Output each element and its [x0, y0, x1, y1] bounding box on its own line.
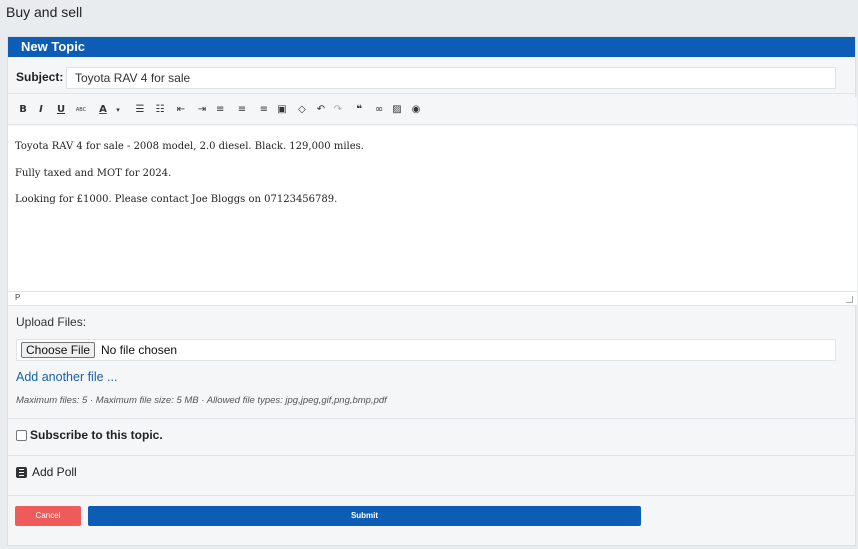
editor-line: Fully taxed and MOT for 2024. [15, 168, 172, 179]
chevron-down-icon[interactable]: ▾ [111, 103, 125, 117]
divider [8, 495, 857, 496]
strikethrough-icon[interactable]: ABC [74, 103, 88, 117]
numbered-list-icon[interactable]: ☷ [153, 103, 167, 117]
paste-icon[interactable]: ▣ [275, 103, 289, 117]
upload-limits: Maximum files: 5 · Maximum file size: 5 … [16, 395, 387, 406]
element-path[interactable]: P [15, 293, 20, 302]
resize-handle-icon[interactable] [846, 296, 853, 303]
underline-icon[interactable]: U [54, 103, 68, 117]
upload-label: Upload Files: [16, 315, 87, 329]
subscribe-label[interactable]: Subscribe to this topic. [30, 428, 163, 442]
outdent-icon[interactable]: ⇤ [174, 103, 188, 117]
editor-line: Looking for £1000. Please contact Joe Bl… [15, 194, 338, 205]
subject-label: Subject: [16, 70, 64, 84]
subject-row: Subject: Toyota RAV 4 for sale [8, 60, 857, 94]
new-topic-panel: New Topic Subject: Toyota RAV 4 for sale… [7, 36, 857, 546]
cancel-button[interactable]: Cancel [15, 506, 81, 526]
eraser-icon[interactable]: ◇ [295, 103, 309, 117]
undo-icon[interactable]: ↶ [314, 103, 328, 117]
forum-title: Buy and sell [6, 4, 83, 20]
add-poll-toggle[interactable]: Add Poll [32, 465, 77, 479]
subject-input[interactable]: Toyota RAV 4 for sale [66, 67, 836, 89]
panel-header: New Topic [8, 37, 855, 57]
italic-icon[interactable]: I [34, 103, 48, 117]
bullet-list-icon[interactable]: ☰ [133, 103, 147, 117]
redo-icon[interactable]: ↷ [331, 103, 345, 117]
bold-icon[interactable]: B [16, 103, 30, 117]
align-right-icon[interactable]: ≡ [254, 103, 268, 117]
align-left-icon[interactable]: ≡ [216, 103, 230, 117]
divider [8, 455, 857, 456]
submit-button[interactable]: Submit [88, 506, 641, 526]
indent-icon[interactable]: ⇥ [195, 103, 209, 117]
preview-icon[interactable]: ◉ [409, 103, 423, 117]
editor-toolbar: B I U ABC A ▾ ☰ ☷ ⇤ ⇥ ≡ ≡ ≡ ▣ ◇ ↶ ↷ ❝ ∞ … [8, 97, 857, 125]
subscribe-checkbox[interactable] [16, 430, 27, 441]
no-file-text: No file chosen [101, 343, 178, 357]
editor-line: Toyota RAV 4 for sale - 2008 model, 2.0 … [15, 141, 364, 152]
file-input: Choose File No file chosen [16, 339, 836, 361]
image-icon[interactable]: ▨ [390, 103, 404, 117]
choose-file-button[interactable]: Choose File [21, 342, 96, 358]
link-icon[interactable]: ∞ [372, 103, 386, 117]
editor-statusbar: P [8, 292, 857, 306]
align-center-icon[interactable]: ≡ [235, 103, 249, 117]
poll-icon [16, 467, 27, 478]
divider [8, 418, 857, 419]
font-color-icon[interactable]: A [96, 103, 110, 117]
message-editor[interactable]: Toyota RAV 4 for sale - 2008 model, 2.0 … [8, 126, 857, 292]
add-another-file-link[interactable]: Add another file ... [16, 370, 117, 384]
quote-icon[interactable]: ❝ [352, 103, 366, 117]
